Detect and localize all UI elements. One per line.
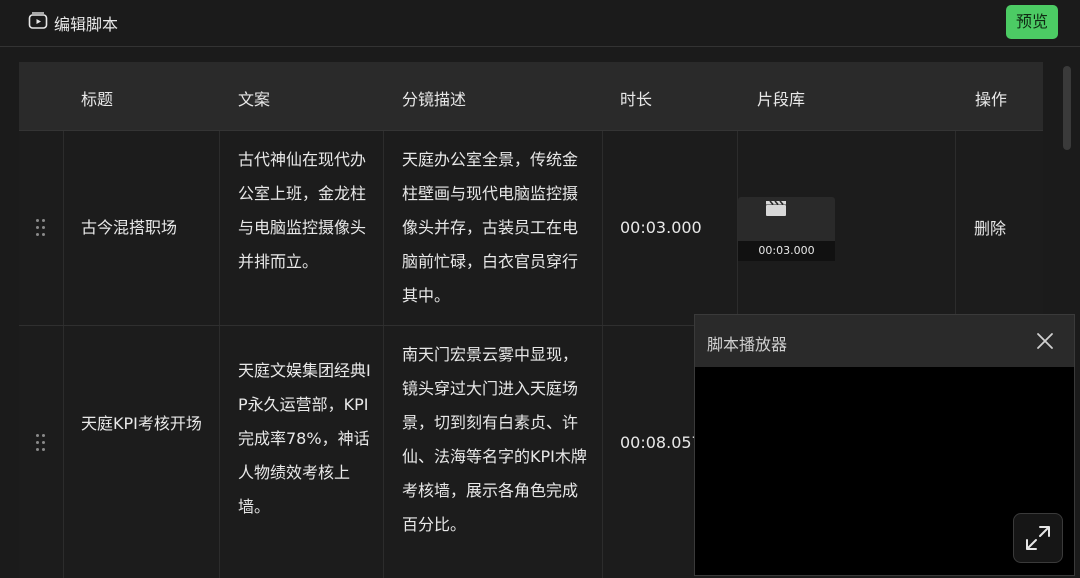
script-player-panel: 脚本播放器 (694, 314, 1075, 576)
player-header: 脚本播放器 (695, 315, 1074, 367)
row-duration: 00:03.000 (620, 218, 702, 237)
drag-handle-icon[interactable] (34, 219, 48, 237)
row-copy: 天庭文娱集团经典IP永久运营部，KPI完成率78%，神话人物绩效考核上墙。 (238, 361, 371, 516)
column-header-actions: 操作 (975, 90, 1008, 109)
drag-handle-icon[interactable] (34, 434, 48, 452)
row-title: 古今混搭职场 (81, 218, 178, 237)
clip-duration: 00:03.000 (738, 241, 835, 261)
delete-button[interactable]: 删除 (974, 215, 1006, 239)
page-title: 编辑脚本 (54, 15, 119, 34)
preview-button[interactable]: 预览 (1006, 5, 1058, 39)
vertical-scrollbar[interactable] (1063, 66, 1071, 150)
column-header-clip-library: 片段库 (757, 90, 806, 109)
expand-icon[interactable] (1013, 513, 1063, 563)
clapperboard-icon (766, 200, 786, 216)
row-copy: 古代神仙在现代办公室上班，金龙柱与电脑监控摄像头并排而立。 (238, 150, 367, 271)
table-row: 古今混搭职场 古代神仙在现代办公室上班，金龙柱与电脑监控摄像头并排而立。 天庭办… (19, 131, 1043, 326)
column-header-copy: 文案 (238, 90, 271, 109)
column-header-storyboard: 分镜描述 (402, 90, 467, 109)
column-header-duration: 时长 (620, 90, 653, 109)
row-title: 天庭KPI考核开场 (81, 414, 202, 433)
top-bar: 编辑脚本 预览 (0, 0, 1080, 47)
video-script-icon (28, 12, 48, 30)
row-storyboard: 南天门宏景云雾中显现，镜头穿过大门进入天庭场景，切到刻有白素贞、许仙、法海等名字… (402, 345, 587, 534)
table-header: 标题 文案 分镜描述 时长 片段库 操作 (19, 62, 1043, 131)
close-icon[interactable] (1035, 331, 1055, 351)
row-storyboard: 天庭办公室全景，传统金柱壁画与现代电脑监控摄像头并存，古装员工在电脑前忙碌，白衣… (402, 150, 579, 305)
video-area[interactable] (695, 367, 1074, 575)
player-title: 脚本播放器 (707, 335, 788, 354)
clip-thumbnail[interactable]: 00:03.000 (738, 197, 835, 261)
column-header-title: 标题 (81, 90, 114, 109)
